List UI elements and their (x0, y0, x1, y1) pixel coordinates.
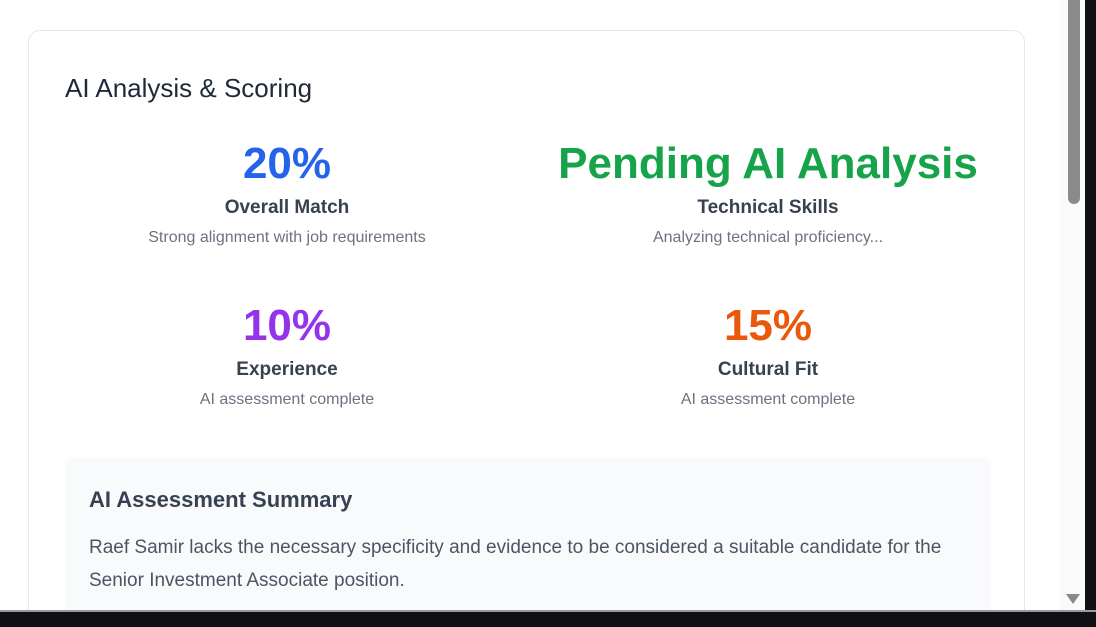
metric-value: Pending AI Analysis (558, 139, 978, 188)
ai-analysis-card: AI Analysis & Scoring 20% Overall Match … (28, 30, 1025, 611)
metric-label: Experience (236, 359, 338, 380)
summary-text: Raef Samir lacks the necessary specifici… (89, 537, 942, 591)
scroll-down-arrow-icon[interactable] (1066, 594, 1080, 604)
metric-label: Technical Skills (697, 197, 839, 218)
metric-cultural-fit: 15% Cultural Fit AI assessment complete (538, 301, 998, 409)
vertical-scrollbar[interactable] (1060, 0, 1085, 610)
metric-value: 20% (242, 139, 332, 188)
page-viewport: AI Analysis & Scoring 20% Overall Match … (0, 0, 1060, 611)
metric-description: AI assessment complete (199, 391, 375, 408)
assessment-summary: AI Assessment Summary Raef Samir lacks t… (65, 457, 991, 611)
metric-label: Overall Match (224, 197, 350, 218)
section-title: AI Analysis & Scoring (65, 73, 313, 103)
metric-value: 10% (242, 301, 332, 350)
metric-description: AI assessment complete (680, 391, 856, 408)
scrollbar-thumb[interactable] (1068, 0, 1080, 204)
taskbar-edge (0, 610, 1096, 627)
metric-experience: 10% Experience AI assessment complete (57, 301, 517, 409)
summary-title: AI Assessment Summary (89, 487, 353, 512)
metric-label: Cultural Fit (717, 359, 819, 380)
metric-description: Strong alignment with job requirements (148, 229, 426, 246)
metric-technical-skills: Pending AI Analysis Technical Skills Ana… (538, 139, 998, 247)
metric-description: Analyzing technical proficiency... (652, 229, 884, 246)
metric-value: 15% (723, 301, 813, 350)
metric-overall-match: 20% Overall Match Strong alignment with … (57, 139, 517, 247)
